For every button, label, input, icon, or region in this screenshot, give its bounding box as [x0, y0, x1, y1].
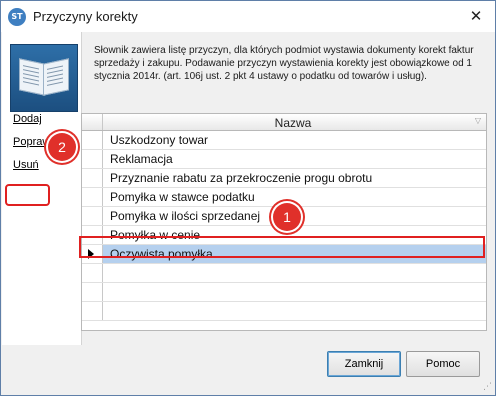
- table-row[interactable]: Reklamacja: [82, 150, 486, 169]
- annotation-badge-1: 1: [273, 203, 301, 231]
- close-button[interactable]: Zamknij: [327, 351, 401, 377]
- edit-link[interactable]: Popraw: [13, 136, 50, 148]
- left-action-panel: Dodaj Popraw Usuń: [2, 32, 82, 345]
- empty-row: [82, 283, 486, 302]
- annotation-badge-2: 2: [48, 133, 76, 161]
- app-logo-icon: ST: [8, 8, 26, 26]
- table-row[interactable]: Przyznanie rabatu za przekroczenie progu…: [82, 169, 486, 188]
- description-text: Słownik zawiera listę przyczyn, dla któr…: [94, 45, 474, 82]
- selected-row-highlight: [79, 236, 485, 258]
- title-bar: ST Przyczyny korekty ✕: [1, 1, 495, 32]
- grid-header: Nazwa ▽: [82, 114, 486, 131]
- add-link[interactable]: Dodaj: [13, 113, 42, 125]
- book-illustration-icon: [10, 44, 78, 112]
- column-header-name[interactable]: Nazwa: [102, 116, 484, 130]
- close-window-button[interactable]: ✕: [465, 5, 487, 27]
- table-row[interactable]: Uszkodzony towar: [82, 131, 486, 150]
- delete-link-highlight: [5, 184, 50, 206]
- delete-link[interactable]: Usuń: [13, 159, 39, 171]
- empty-row: [82, 264, 486, 283]
- empty-row: [82, 302, 486, 321]
- dialog-window: ST Przyczyny korekty ✕ Dodaj Popraw Usuń…: [0, 0, 496, 396]
- resize-grip-icon[interactable]: ⋰: [483, 382, 492, 392]
- window-title: Przyczyny korekty: [33, 9, 138, 24]
- help-button[interactable]: Pomoc: [406, 351, 480, 377]
- filter-icon[interactable]: ▽: [475, 116, 481, 125]
- header-gutter: [82, 114, 103, 130]
